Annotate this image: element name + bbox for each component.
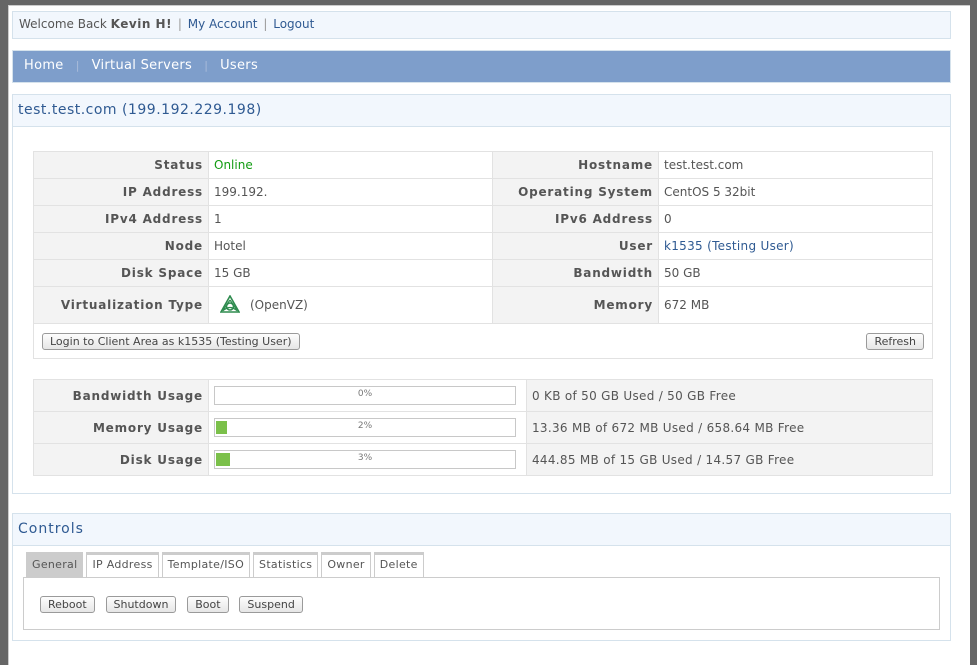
hostname-value: test.test.com [658, 151, 933, 179]
info-row: Node Hotel User k1535 (Testing User) [33, 232, 933, 260]
login-client-area-button[interactable]: Login to Client Area as k1535 (Testing U… [42, 332, 300, 350]
disk-space-value: 15 GB [208, 259, 493, 287]
actions-row: Login to Client Area as k1535 (Testing U… [33, 323, 933, 359]
bandwidth-usage-detail: 0 KB of 50 GB Used / 50 GB Free [526, 379, 933, 412]
username: Kevin H! [110, 17, 173, 31]
bandwidth-label: Bandwidth [492, 259, 659, 287]
reboot-button[interactable]: Reboot [40, 596, 95, 613]
tab-template-iso[interactable]: Template/ISO [161, 552, 251, 578]
disk-usage-bar: 3% [214, 450, 516, 469]
memory-usage-label: Memory Usage [33, 411, 209, 444]
info-row: Disk Space 15 GB Bandwidth 50 GB [33, 259, 933, 287]
my-account-link[interactable]: My Account [188, 17, 258, 31]
node-value: Hotel [208, 232, 493, 260]
memory-usage-detail: 13.36 MB of 672 MB Used / 658.64 MB Free [526, 411, 933, 444]
server-panel: test.test.com (199.192.229.198) Status O… [12, 94, 951, 494]
separator: | [263, 17, 268, 31]
bandwidth-usage-bar: 0% [214, 386, 516, 405]
openvz-icon [219, 293, 241, 316]
tab-general[interactable]: General [26, 552, 84, 578]
os-value: CentOS 5 32bit [658, 178, 933, 206]
nav-separator: | [75, 59, 80, 72]
ipv6-value: 0 [658, 205, 933, 233]
controls-title: Controls [13, 514, 950, 546]
memory-usage-bar: 2% [214, 418, 516, 437]
usage-table: Bandwidth Usage 0% 0 KB of 50 GB Used / … [33, 379, 933, 476]
controls-tabs: General IP Address Template/ISO Statisti… [26, 552, 427, 578]
bar-percent: 0% [357, 389, 373, 399]
nav-virtual-servers[interactable]: Virtual Servers [92, 58, 193, 73]
ipv4-value: 1 [208, 205, 493, 233]
os-label: Operating System [492, 178, 659, 206]
nav-separator: | [204, 59, 208, 72]
virtualization-value: (OpenVZ) [250, 297, 308, 312]
nav-users[interactable]: Users [220, 58, 258, 73]
user-bar: Welcome Back Kevin H! | My Account | Log… [12, 11, 951, 39]
suspend-button[interactable]: Suspend [239, 596, 303, 613]
node-label: Node [33, 232, 209, 260]
usage-row: Disk Usage 3% 444.85 MB of 15 GB Used / … [33, 443, 933, 476]
ipv4-label: IPv4 Address [33, 205, 209, 233]
general-tab-content: Reboot Shutdown Boot Suspend [23, 577, 940, 630]
info-row: IP Address 199.192. Operating System Cen… [33, 178, 933, 206]
hostname-label: Hostname [492, 151, 659, 179]
main-nav: Home | Virtual Servers | Users [12, 50, 951, 83]
info-row: Status Online Hostname test.test.com [33, 151, 933, 179]
user-label: User [492, 232, 659, 260]
ip-address-value: 199.192. [208, 178, 493, 206]
server-title: test.test.com (199.192.229.198) [13, 95, 950, 127]
status-label: Status [33, 151, 209, 179]
controls-panel: Controls General IP Address Template/ISO… [12, 513, 951, 641]
bandwidth-usage-label: Bandwidth Usage [33, 379, 209, 412]
ip-address-label: IP Address [33, 178, 209, 206]
info-row: Virtualization Type (OpenVZ) Memory 672 … [33, 286, 933, 324]
virtualization-label: Virtualization Type [33, 286, 209, 324]
disk-usage-detail: 444.85 MB of 15 GB Used / 14.57 GB Free [526, 443, 933, 476]
refresh-button[interactable]: Refresh [866, 332, 924, 350]
boot-button[interactable]: Boot [187, 596, 229, 613]
info-row: IPv4 Address 1 IPv6 Address 0 [33, 205, 933, 233]
separator: | [177, 17, 182, 31]
logout-link[interactable]: Logout [273, 17, 314, 31]
memory-label: Memory [492, 286, 659, 324]
nav-home[interactable]: Home [24, 58, 64, 73]
ipv6-label: IPv6 Address [492, 205, 659, 233]
disk-usage-label: Disk Usage [33, 443, 209, 476]
bandwidth-value: 50 GB [658, 259, 933, 287]
shutdown-button[interactable]: Shutdown [105, 596, 177, 613]
bar-percent: 2% [357, 421, 373, 431]
memory-value: 672 MB [658, 286, 933, 324]
tab-ip-address[interactable]: IP Address [86, 552, 159, 578]
server-info-table: Status Online Hostname test.test.com IP … [33, 151, 933, 359]
disk-space-label: Disk Space [33, 259, 209, 287]
tab-delete[interactable]: Delete [373, 552, 424, 578]
user-link[interactable]: k1535 (Testing User) [664, 239, 794, 253]
usage-row: Memory Usage 2% 13.36 MB of 672 MB Used … [33, 411, 933, 444]
welcome-text: Welcome Back [19, 17, 107, 31]
status-value: Online [208, 151, 493, 179]
usage-row: Bandwidth Usage 0% 0 KB of 50 GB Used / … [33, 379, 933, 412]
bar-percent: 3% [357, 453, 373, 463]
tab-statistics[interactable]: Statistics [253, 552, 319, 578]
tab-owner[interactable]: Owner [321, 552, 371, 578]
